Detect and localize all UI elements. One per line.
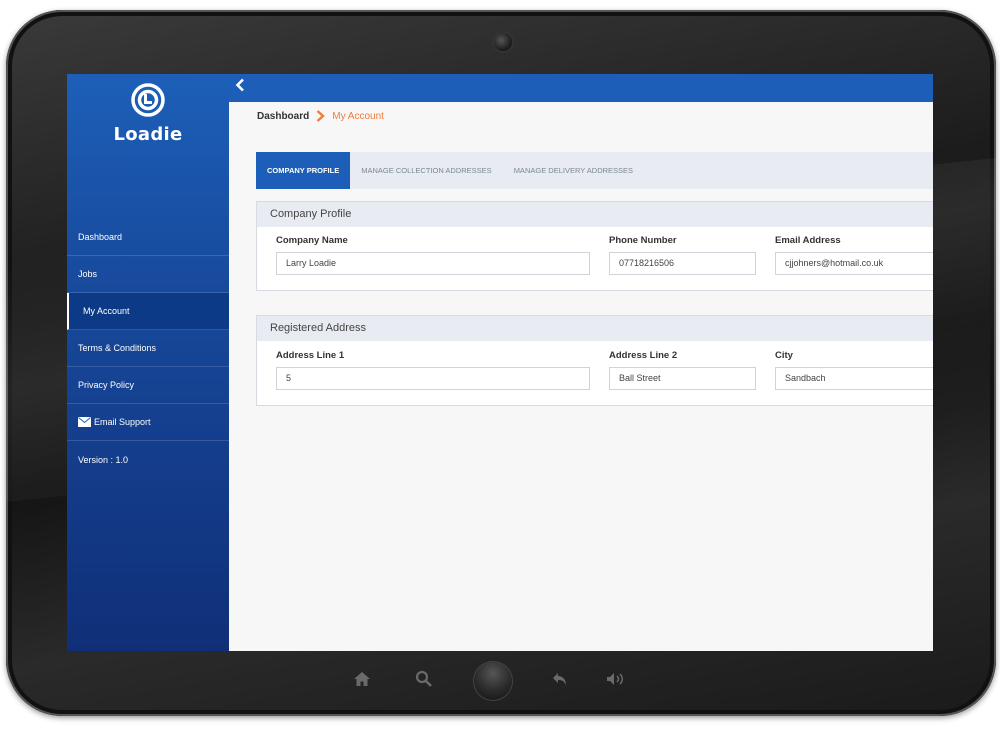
- tab-bar: COMPANY PROFILE MANAGE COLLECTION ADDRES…: [256, 152, 933, 189]
- logo: Loadie: [67, 82, 229, 145]
- home-button[interactable]: [474, 662, 512, 700]
- sidebar-item-jobs[interactable]: Jobs: [67, 256, 229, 293]
- phone-field[interactable]: 07718216506: [609, 252, 756, 275]
- sidebar-item-my-account[interactable]: My Account: [67, 293, 229, 330]
- company-profile-panel: Company Profile Company Name Larry Loadi…: [256, 201, 933, 291]
- version-label: Version : 1.0: [67, 441, 229, 478]
- sidebar-item-dashboard[interactable]: Dashboard: [67, 219, 229, 256]
- sidebar-item-privacy[interactable]: Privacy Policy: [67, 367, 229, 404]
- city-label: City: [775, 350, 793, 361]
- sidebar-item-email-support[interactable]: Email Support: [67, 404, 229, 441]
- version-text: Version : 1.0: [78, 454, 129, 465]
- sidebar-item-terms[interactable]: Terms & Conditions: [67, 330, 229, 367]
- sidebar-item-label: Email Support: [94, 417, 151, 427]
- back-arrow-icon[interactable]: [551, 671, 569, 687]
- phone-label: Phone Number: [609, 235, 677, 246]
- sidebar-item-label: Terms & Conditions: [78, 343, 157, 353]
- sidebar-item-label: Jobs: [78, 269, 98, 279]
- address-line2-field[interactable]: Ball Street: [609, 367, 756, 390]
- tab-company-profile[interactable]: COMPANY PROFILE: [256, 152, 351, 189]
- breadcrumb-root[interactable]: Dashboard: [257, 111, 309, 122]
- mail-icon: [78, 417, 91, 427]
- search-icon[interactable]: [415, 670, 433, 688]
- sidebar: Loadie Dashboard Jobs My Account Terms &…: [67, 74, 229, 651]
- sidebar-item-label: Dashboard: [78, 232, 123, 242]
- sidebar-nav: Dashboard Jobs My Account Terms & Condit…: [67, 219, 229, 478]
- chevron-left-icon: [235, 78, 244, 92]
- main-content: Dashboard My Account COMPANY PROFILE MAN…: [229, 102, 933, 651]
- home-icon[interactable]: [352, 669, 372, 689]
- panel-title: Registered Address: [257, 316, 933, 341]
- sidebar-item-label: Privacy Policy: [78, 380, 135, 390]
- company-name-label: Company Name: [276, 235, 348, 246]
- address-line1-field[interactable]: 5: [276, 367, 590, 390]
- company-name-field[interactable]: Larry Loadie: [276, 252, 590, 275]
- email-label: Email Address: [775, 235, 841, 246]
- breadcrumb-current: My Account: [332, 110, 384, 122]
- tab-collection-addresses[interactable]: MANAGE COLLECTION ADDRESSES: [350, 152, 502, 189]
- screen: Loadie Dashboard Jobs My Account Terms &…: [67, 74, 933, 651]
- app-name: Loadie: [113, 124, 183, 145]
- registered-address-panel: Registered Address Address Line 1 5 Addr…: [256, 315, 933, 406]
- tab-delivery-addresses[interactable]: MANAGE DELIVERY ADDRESSES: [503, 152, 644, 189]
- chevron-right-icon: [316, 110, 326, 122]
- loadie-logo-icon: [131, 83, 165, 117]
- back-button[interactable]: [235, 74, 245, 98]
- city-field[interactable]: Sandbach: [775, 367, 933, 390]
- sidebar-item-label: My Account: [83, 306, 130, 316]
- panel-title: Company Profile: [257, 202, 933, 227]
- camera-icon: [494, 33, 512, 51]
- email-field[interactable]: cjjohners@hotmail.co.uk: [775, 252, 933, 275]
- breadcrumb: Dashboard My Account: [257, 110, 384, 122]
- volume-icon[interactable]: [605, 671, 629, 687]
- top-bar: [229, 74, 933, 102]
- address-line1-label: Address Line 1: [276, 350, 345, 361]
- address-line2-label: Address Line 2: [609, 350, 678, 361]
